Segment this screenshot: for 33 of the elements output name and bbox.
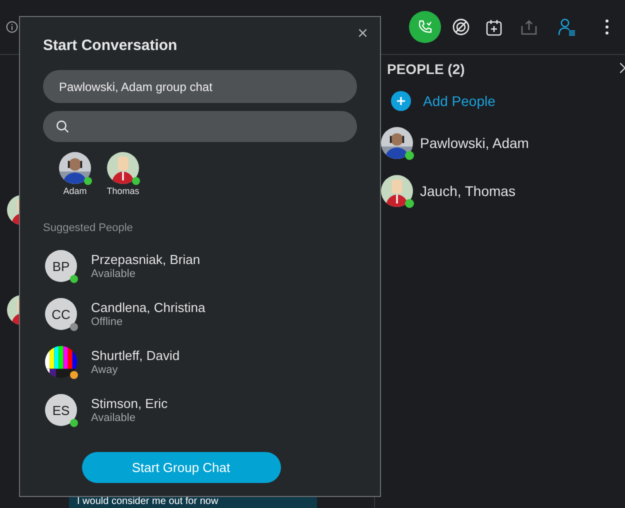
suggested-person[interactable]: Shurtleff, David Away [43, 338, 357, 386]
avatar-initials: BP [45, 250, 77, 282]
suggested-person[interactable]: CC Candlena, Christina Offline [43, 290, 357, 338]
person-name: Stimson, Eric [91, 396, 168, 411]
avatar-initials: CC [45, 298, 77, 330]
close-button[interactable]: × [353, 23, 372, 44]
search-field[interactable] [43, 111, 357, 142]
person-name[interactable]: Pawlowski, Adam [420, 135, 529, 151]
name-field[interactable]: Pawlowski, Adam group chat [43, 70, 357, 103]
person-status: Available [91, 412, 136, 424]
person-status: Available [91, 268, 136, 280]
person-name: Shurtleff, David [91, 348, 180, 363]
suggested-person[interactable]: BP Przepasniak, Brian Available [43, 242, 357, 290]
info-icon[interactable] [4, 19, 20, 35]
person-status: Offline [91, 316, 124, 328]
phone-icon [417, 19, 433, 35]
person-name[interactable]: Jauch, Thomas [420, 183, 516, 199]
add-people-link[interactable]: Add People [423, 93, 496, 109]
person-name: Przepasniak, Brian [91, 252, 200, 267]
panel-title: PEOPLE (2) [387, 61, 465, 77]
call-button[interactable] [409, 11, 441, 43]
person-label: Thomas [106, 186, 140, 196]
person-status: Away [91, 364, 119, 376]
avatar-initials: ES [45, 394, 77, 426]
chevron-icon[interactable] [620, 63, 625, 73]
dialog-title: Start Conversation [43, 37, 178, 54]
person-name: Candlena, Christina [91, 300, 206, 315]
chat-message: I would consider me out for now [69, 496, 317, 508]
person-label: Adam [63, 186, 87, 196]
suggested-person[interactable]: ES Stimson, Eric Available [43, 386, 357, 434]
section-heading: Suggested People [43, 222, 134, 234]
search-icon [56, 120, 69, 133]
add-icon[interactable] [391, 91, 411, 111]
